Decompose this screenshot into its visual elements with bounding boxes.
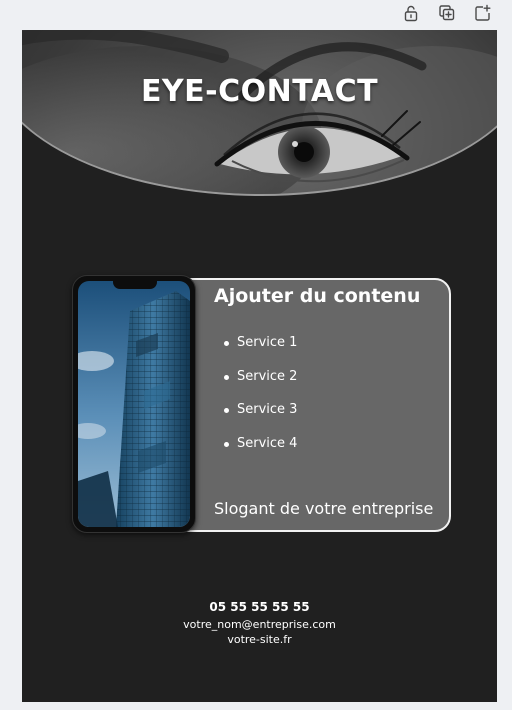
hero-headline[interactable]: EYE-CONTACT bbox=[22, 74, 497, 109]
service-item[interactable]: Service 3 bbox=[224, 401, 297, 435]
duplicate-button[interactable] bbox=[436, 2, 458, 24]
phone-mockup-image[interactable] bbox=[72, 275, 196, 533]
design-page[interactable]: EYE-CONTACT Ajouter du contenu Service 1… bbox=[22, 30, 497, 702]
phone-notch bbox=[113, 280, 157, 289]
contact-website[interactable]: votre-site.fr bbox=[22, 633, 497, 646]
service-item[interactable]: Service 2 bbox=[224, 368, 297, 402]
unlock-button[interactable] bbox=[400, 2, 422, 24]
add-page-button[interactable] bbox=[472, 2, 494, 24]
content-card[interactable] bbox=[159, 278, 451, 532]
contact-email[interactable]: votre_nom@entreprise.com bbox=[22, 618, 497, 631]
service-list[interactable]: Service 1 Service 2 Service 3 Service 4 bbox=[224, 334, 297, 468]
phone-screen bbox=[78, 281, 190, 527]
add-page-icon bbox=[475, 4, 491, 21]
unlock-icon bbox=[404, 5, 418, 22]
card-title[interactable]: Ajouter du contenu bbox=[214, 285, 420, 307]
hero-image-frame[interactable] bbox=[22, 30, 497, 196]
contact-phone[interactable]: 05 55 55 55 55 bbox=[22, 600, 497, 614]
eye-closeup-image bbox=[22, 30, 497, 194]
service-item[interactable]: Service 4 bbox=[224, 435, 297, 469]
page-toolbar bbox=[400, 2, 494, 24]
skyscraper-image bbox=[78, 281, 190, 527]
slogan-text[interactable]: Slogant de votre entreprise bbox=[214, 499, 433, 518]
service-item[interactable]: Service 1 bbox=[224, 334, 297, 368]
duplicate-icon bbox=[439, 5, 455, 21]
